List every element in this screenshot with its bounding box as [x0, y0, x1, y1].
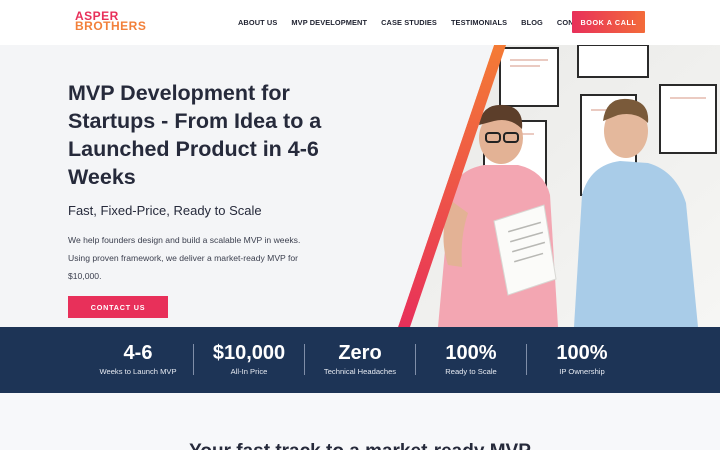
stat-value: 4-6 — [123, 342, 153, 364]
hero-text: MVP Development for Startups - From Idea… — [68, 79, 368, 285]
contact-us-button[interactable]: CONTACT US — [68, 296, 168, 318]
stat-value: Zero — [338, 342, 382, 364]
page: ASPER BROTHERS ABOUT US MVP DEVELOPMENT … — [0, 0, 720, 450]
hero-subtitle: Fast, Fixed-Price, Ready to Scale — [68, 203, 262, 218]
stat-headaches: Zero Technical Headaches — [305, 327, 415, 393]
logo[interactable]: ASPER BROTHERS — [75, 10, 150, 35]
nav-case-studies[interactable]: CASE STUDIES — [381, 18, 437, 27]
main-nav: ABOUT US MVP DEVELOPMENT CASE STUDIES TE… — [238, 0, 607, 45]
section-title: Your fast track to a market-ready MVP — [0, 441, 720, 450]
hero-photo — [398, 45, 720, 327]
stat-ip: 100% IP Ownership — [527, 327, 637, 393]
nav-blog[interactable]: BLOG — [521, 18, 543, 27]
hero-section: MVP Development for Startups - From Idea… — [0, 45, 720, 327]
next-section: Your fast track to a market-ready MVP — [0, 393, 720, 450]
logo-line-2: BROTHERS — [75, 19, 147, 33]
hero-description: We help founders design and build a scal… — [68, 235, 301, 281]
site-header: ASPER BROTHERS ABOUT US MVP DEVELOPMENT … — [0, 0, 720, 45]
stat-label: Weeks to Launch MVP — [99, 367, 177, 376]
stat-label: IP Ownership — [559, 367, 605, 376]
stat-label: All-In Price — [230, 367, 268, 376]
stat-value: 100% — [445, 342, 497, 364]
stats-bar: 4-6 Weeks to Launch MVP $10,000 All-In P… — [0, 327, 720, 393]
nav-testimonials[interactable]: TESTIMONIALS — [451, 18, 507, 27]
stat-weeks: 4-6 Weeks to Launch MVP — [83, 327, 193, 393]
nav-about-us[interactable]: ABOUT US — [238, 18, 277, 27]
stat-label: Ready to Scale — [445, 367, 497, 376]
stat-label: Technical Headaches — [323, 367, 397, 376]
stat-value: 100% — [556, 342, 608, 364]
book-a-call-button[interactable]: BOOK A CALL — [572, 11, 645, 33]
nav-mvp-development[interactable]: MVP DEVELOPMENT — [291, 18, 367, 27]
hero-title: MVP Development for Startups - From Idea… — [68, 81, 322, 189]
stat-price: $10,000 All-In Price — [194, 327, 304, 393]
stat-scale: 100% Ready to Scale — [416, 327, 526, 393]
stat-value: $10,000 — [212, 342, 286, 364]
